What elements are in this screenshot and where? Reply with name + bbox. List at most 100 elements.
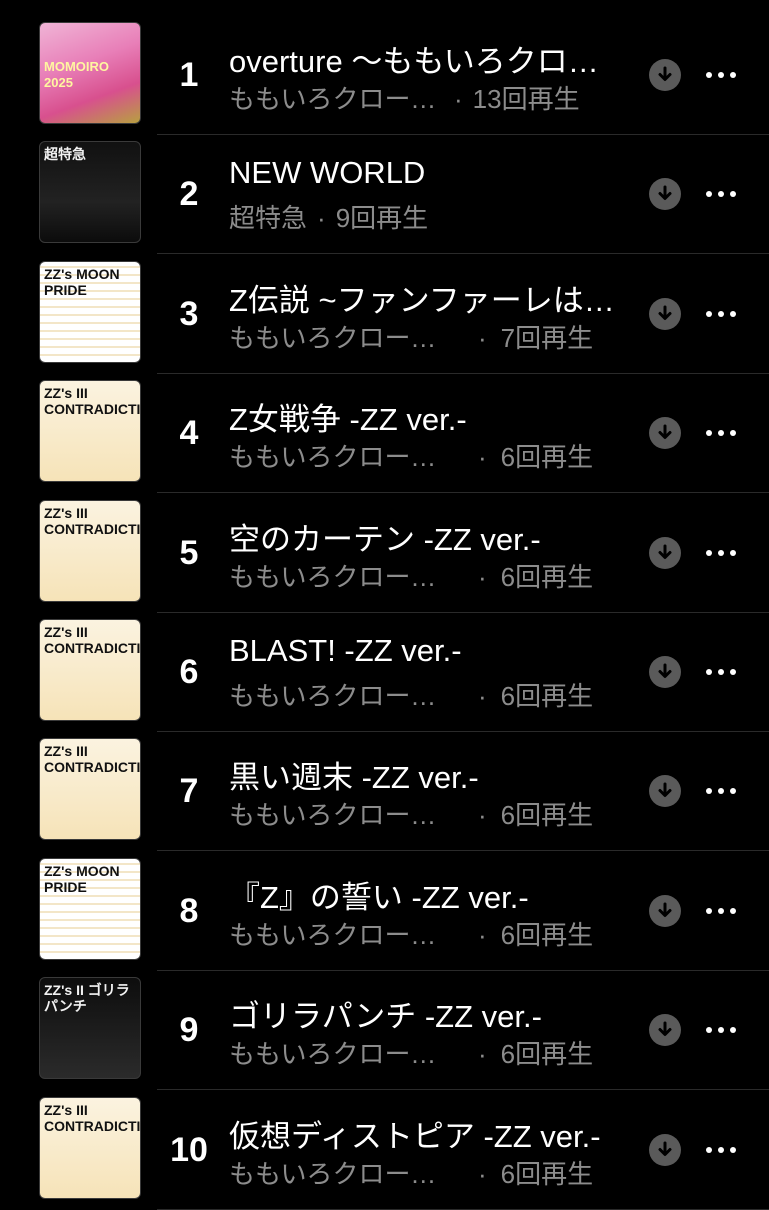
track-row[interactable]: MOMOIRO 2025 1 overture 〜ももいろクローバーZ参上!!〜… [0,16,769,135]
track-subtitle: 超特急 · 9回再生 [229,198,629,235]
more-options-icon[interactable] [700,56,742,94]
more-options-icon[interactable] [700,414,742,452]
download-icon[interactable] [649,417,681,450]
track-subtitle: ももいろクローバーZ · 6回再生 [229,915,629,952]
track-subtitle: ももいろクローバーZ · 6回再生 [229,1154,629,1191]
separator-dot: · [478,442,487,473]
separator-dot: · [478,919,487,950]
album-artwork[interactable]: ZZ's III CONTRADICTION [39,738,141,841]
track-title: Z伝説 ~ファンファーレは止まらない~ [229,282,619,318]
track-rank: 9 [179,1011,199,1050]
download-icon[interactable] [649,775,681,808]
download-icon[interactable] [649,297,681,330]
track-subtitle: ももいろクローバーZ · 6回再生 [229,557,629,594]
play-count: 6回再生 [500,1039,594,1070]
play-count: 6回再生 [500,1158,594,1189]
track-artist[interactable]: ももいろクローバーZ [229,79,444,116]
track-title: 黒い週末 -ZZ ver.- [229,760,479,796]
track-rank: 10 [170,1130,208,1169]
download-icon[interactable] [649,59,681,91]
more-options-icon[interactable] [700,295,742,333]
track-rank: 6 [179,653,199,691]
track-row[interactable]: ZZ's III CONTRADICTION 5 空のカーテン -ZZ ver.… [0,494,769,613]
separator-dot: · [478,1039,487,1070]
play-count: 6回再生 [500,561,594,592]
download-icon[interactable] [649,656,681,688]
track-row[interactable]: 超特急 2 NEW WORLD 超特急 · 9回再生 [0,135,769,255]
track-artist[interactable]: ももいろクローバーZ [229,795,444,832]
more-options-icon[interactable] [700,772,742,810]
track-artist[interactable]: ももいろクローバーZ [229,557,444,594]
album-artwork-text: ZZ's III CONTRADICTION [44,1101,141,1134]
track-artist[interactable]: ももいろクローバーZ [229,1154,444,1191]
track-artist[interactable]: ももいろクローバーZ [229,318,444,355]
album-artwork-text: ZZ's MOON PRIDE [44,862,120,895]
track-subtitle: ももいろクローバーZ · 7回再生 [229,318,629,355]
album-artwork[interactable]: MOMOIRO 2025 [39,22,141,124]
download-icon[interactable] [649,178,681,211]
album-artwork-text: ZZ's II ゴリラパンチ [44,982,130,1015]
track-row[interactable]: ZZ's III CONTRADICTION 10 仮想ディストピア -ZZ v… [0,1091,769,1210]
album-artwork[interactable]: ZZ's MOON PRIDE [39,260,141,363]
track-title: 『Z』の誓い -ZZ ver.- [229,879,529,915]
more-options-icon[interactable] [700,653,742,691]
download-icon[interactable] [649,536,681,569]
track-rank: 5 [179,533,199,572]
track-title: 仮想ディストピア -ZZ ver.- [229,1118,601,1154]
track-rank: 2 [179,175,199,214]
track-subtitle: ももいろクローバーZ · 6回再生 [229,795,629,832]
download-icon[interactable] [649,1133,681,1166]
play-count: 6回再生 [500,800,594,831]
album-artwork[interactable]: ZZ's III CONTRADICTION [39,499,141,602]
track-row[interactable]: ZZ's II ゴリラパンチ 9 ゴリラパンチ -ZZ ver.- ももいろクロ… [0,971,769,1091]
more-options-icon[interactable] [700,175,742,213]
track-subtitle: ももいろクローバーZ · 6回再生 [229,437,629,474]
track-rank: 3 [179,294,199,333]
album-artwork[interactable]: 超特急 [39,141,141,244]
album-artwork-text: ZZ's III CONTRADICTION [44,385,141,418]
play-count: 7回再生 [500,322,594,353]
separator-dot: · [478,322,487,353]
separator-dot: · [478,1158,487,1189]
track-artist[interactable]: ももいろクローバーZ [229,676,444,713]
track-row[interactable]: ZZ's III CONTRADICTION 4 Z女戦争 -ZZ ver.- … [0,374,769,494]
track-row[interactable]: ZZ's III CONTRADICTION 7 黒い週末 -ZZ ver.- … [0,732,769,852]
track-row[interactable]: ZZ's MOON PRIDE 8 『Z』の誓い -ZZ ver.- ももいろク… [0,852,769,971]
album-artwork-text: ZZ's III CONTRADICTION [44,743,141,776]
track-title: BLAST! -ZZ ver.- [229,633,462,668]
track-artist[interactable]: 超特急 [229,198,307,235]
separator-dot: · [317,203,326,234]
album-artwork[interactable]: ZZ's MOON PRIDE [39,857,141,960]
more-options-icon[interactable] [700,892,742,930]
track-title: NEW WORLD [229,155,426,191]
track-subtitle: ももいろクローバーZ · 6回再生 [229,676,629,713]
more-options-icon[interactable] [700,534,742,572]
play-count: 6回再生 [500,681,594,711]
more-options-icon[interactable] [700,1011,742,1049]
track-artist[interactable]: ももいろクローバーZ [229,1034,444,1071]
download-icon[interactable] [649,894,681,927]
album-artwork[interactable]: ZZ's III CONTRADICTION [39,619,141,721]
play-count: 6回再生 [500,919,594,950]
track-artist[interactable]: ももいろクローバーZ [229,915,444,952]
play-count: 13回再生 [472,84,580,114]
album-artwork-text: ZZ's MOON PRIDE [44,265,120,298]
track-row[interactable]: ZZ's MOON PRIDE 3 Z伝説 ~ファンファーレは止まらない~ もも… [0,255,769,374]
track-title: Z女戦争 -ZZ ver.- [229,402,467,438]
download-icon[interactable] [649,1014,681,1047]
album-artwork[interactable]: ZZ's II ゴリラパンチ [39,977,141,1080]
more-options-icon[interactable] [700,1131,742,1169]
album-artwork[interactable]: ZZ's III CONTRADICTION [39,380,141,483]
track-artist[interactable]: ももいろクローバーZ [229,437,444,474]
album-artwork[interactable]: ZZ's III CONTRADICTION [39,1096,141,1199]
play-count: 6回再生 [500,442,594,473]
album-artwork-text: 超特急 [44,146,86,163]
track-title: 空のカーテン -ZZ ver.- [229,521,541,557]
row-divider [157,1208,769,1210]
track-rank: 1 [179,56,199,94]
album-artwork-text: ZZ's III CONTRADICTION [44,624,141,656]
track-rank: 8 [179,891,199,930]
separator-dot: · [478,800,487,831]
track-row[interactable]: ZZ's III CONTRADICTION 6 BLAST! -ZZ ver.… [0,613,769,732]
play-count: 9回再生 [335,203,429,234]
